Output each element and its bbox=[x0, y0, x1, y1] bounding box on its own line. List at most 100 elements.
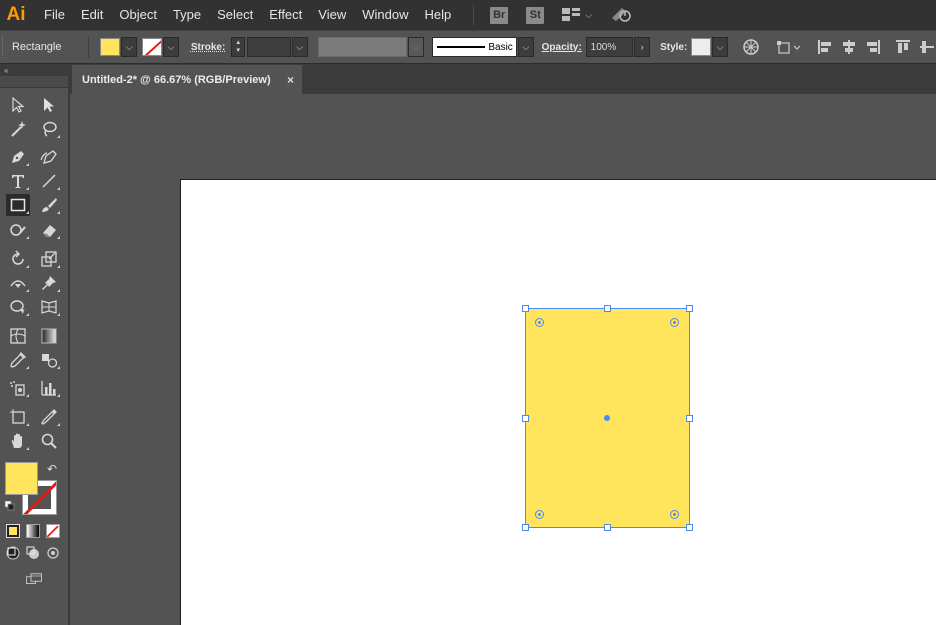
handle-middle-right[interactable] bbox=[686, 415, 693, 422]
artboard-tool[interactable] bbox=[6, 406, 30, 428]
close-tab-button[interactable]: × bbox=[287, 73, 294, 87]
magic-wand-tool[interactable] bbox=[6, 118, 30, 140]
collapse-arrows-icon[interactable]: « bbox=[4, 66, 8, 75]
control-bar-grip[interactable] bbox=[2, 36, 8, 58]
stroke-swatch[interactable] bbox=[142, 38, 162, 56]
direct-selection-tool[interactable] bbox=[37, 94, 61, 116]
column-graph-tool[interactable] bbox=[37, 377, 61, 399]
recolor-artwork-icon[interactable] bbox=[742, 38, 760, 56]
fill-swatch[interactable] bbox=[100, 38, 121, 56]
line-segment-tool[interactable] bbox=[37, 170, 61, 192]
corner-radius-widget-top-right[interactable] bbox=[670, 318, 679, 327]
width-tool[interactable] bbox=[6, 272, 30, 294]
menu-type[interactable]: Type bbox=[165, 0, 209, 30]
graphic-style-dropdown[interactable]: ⌵ bbox=[712, 37, 728, 57]
lasso-tool[interactable] bbox=[37, 118, 61, 140]
opacity-arrow[interactable]: › bbox=[634, 37, 651, 57]
handle-middle-left[interactable] bbox=[522, 415, 529, 422]
handle-top-left[interactable] bbox=[522, 305, 529, 312]
curvature-tool[interactable] bbox=[37, 146, 61, 168]
align-horizontal-center-icon[interactable] bbox=[840, 38, 858, 56]
variable-width-profile[interactable] bbox=[317, 37, 407, 57]
align-left-icon[interactable] bbox=[816, 38, 834, 56]
screen-mode-button[interactable] bbox=[22, 569, 46, 589]
handle-bottom-center[interactable] bbox=[604, 524, 611, 531]
corner-radius-widget-top-left[interactable] bbox=[535, 318, 544, 327]
puppet-warp-tool[interactable] bbox=[37, 272, 61, 294]
mesh-icon bbox=[10, 328, 26, 344]
draw-inside-button[interactable] bbox=[44, 544, 62, 562]
handle-top-center[interactable] bbox=[604, 305, 611, 312]
swap-fill-stroke-icon[interactable]: ↶ bbox=[47, 462, 57, 476]
opacity-label[interactable]: Opacity: bbox=[542, 42, 582, 53]
mesh-tool[interactable] bbox=[6, 325, 30, 347]
width-tool-icon bbox=[10, 280, 26, 288]
menu-select[interactable]: Select bbox=[209, 0, 261, 30]
workspace-layout-icon[interactable]: ⌵ bbox=[562, 8, 592, 22]
corner-radius-widget-bottom-right[interactable] bbox=[670, 510, 679, 519]
transform-reference-icon[interactable] bbox=[776, 38, 802, 56]
opacity-input[interactable]: 100% bbox=[585, 37, 634, 57]
menu-effect[interactable]: Effect bbox=[261, 0, 310, 30]
rotate-tool[interactable] bbox=[6, 248, 30, 270]
scale-icon bbox=[41, 251, 57, 267]
brush-dropdown[interactable]: ⌵ bbox=[517, 37, 534, 57]
stock-button[interactable]: St bbox=[526, 6, 545, 24]
menu-object[interactable]: Object bbox=[111, 0, 165, 30]
perspective-grid-tool[interactable] bbox=[37, 296, 61, 318]
handle-bottom-right[interactable] bbox=[686, 524, 693, 531]
bridge-button[interactable]: Br bbox=[490, 6, 509, 24]
shaper-tool[interactable] bbox=[6, 219, 30, 241]
none-slash-icon bbox=[47, 525, 59, 537]
paintbrush-tool[interactable] bbox=[37, 194, 61, 216]
shape-builder-tool[interactable] bbox=[6, 296, 30, 318]
align-right-icon[interactable] bbox=[864, 38, 882, 56]
toolbox-header[interactable] bbox=[0, 76, 68, 88]
variable-width-dropdown[interactable]: ⌵ bbox=[407, 37, 424, 57]
align-top-icon[interactable] bbox=[894, 38, 912, 56]
scale-tool[interactable] bbox=[37, 248, 61, 270]
lasso-icon bbox=[43, 121, 57, 137]
default-fill-stroke-icon[interactable] bbox=[5, 501, 15, 511]
slice-tool[interactable] bbox=[37, 406, 61, 428]
gradient-mode-button[interactable] bbox=[26, 524, 40, 538]
perspective-grid-icon bbox=[41, 300, 57, 314]
draw-behind-button[interactable] bbox=[24, 544, 42, 562]
brush-definition[interactable]: Basic bbox=[431, 37, 517, 57]
toolbox-collapse-bar[interactable]: « bbox=[0, 64, 70, 76]
fill-color-box[interactable] bbox=[5, 462, 38, 495]
hand-tool[interactable] bbox=[6, 430, 30, 452]
menu-view[interactable]: View bbox=[310, 0, 354, 30]
selection-tool[interactable] bbox=[6, 94, 30, 116]
document-tab[interactable]: Untitled-2* @ 66.67% (RGB/Preview) × bbox=[72, 65, 302, 94]
none-mode-button[interactable] bbox=[46, 524, 60, 538]
gpu-performance-icon[interactable] bbox=[610, 4, 632, 27]
menu-file[interactable]: File bbox=[36, 0, 73, 30]
handle-bottom-left[interactable] bbox=[522, 524, 529, 531]
blend-tool[interactable] bbox=[37, 349, 61, 371]
color-mode-button[interactable] bbox=[6, 524, 20, 538]
zoom-tool[interactable] bbox=[37, 430, 61, 452]
stroke-weight-input[interactable] bbox=[247, 37, 291, 57]
graphic-style-swatch[interactable] bbox=[691, 38, 712, 56]
stroke-dropdown[interactable]: ⌵ bbox=[162, 37, 179, 57]
gradient-tool[interactable] bbox=[37, 325, 61, 347]
canvas-area[interactable] bbox=[72, 94, 936, 625]
handle-top-right[interactable] bbox=[686, 305, 693, 312]
symbol-sprayer-tool[interactable] bbox=[6, 377, 30, 399]
eraser-tool[interactable] bbox=[37, 219, 61, 241]
stroke-weight-dropdown[interactable]: ⌵ bbox=[291, 37, 308, 57]
rectangle-tool[interactable] bbox=[6, 194, 30, 216]
eyedropper-tool[interactable] bbox=[6, 349, 30, 371]
fill-dropdown[interactable]: ⌵ bbox=[121, 37, 138, 57]
align-vertical-center-icon[interactable] bbox=[918, 38, 936, 56]
pen-tool[interactable] bbox=[6, 146, 30, 168]
draw-normal-button[interactable] bbox=[4, 544, 22, 562]
menu-window[interactable]: Window bbox=[354, 0, 416, 30]
stroke-weight-stepper[interactable]: ▴ ▾ bbox=[231, 37, 246, 57]
paintbrush-icon bbox=[42, 198, 57, 212]
corner-radius-widget-bottom-left[interactable] bbox=[535, 510, 544, 519]
menu-edit[interactable]: Edit bbox=[73, 0, 111, 30]
menu-help[interactable]: Help bbox=[416, 0, 459, 30]
type-tool[interactable] bbox=[6, 170, 30, 192]
